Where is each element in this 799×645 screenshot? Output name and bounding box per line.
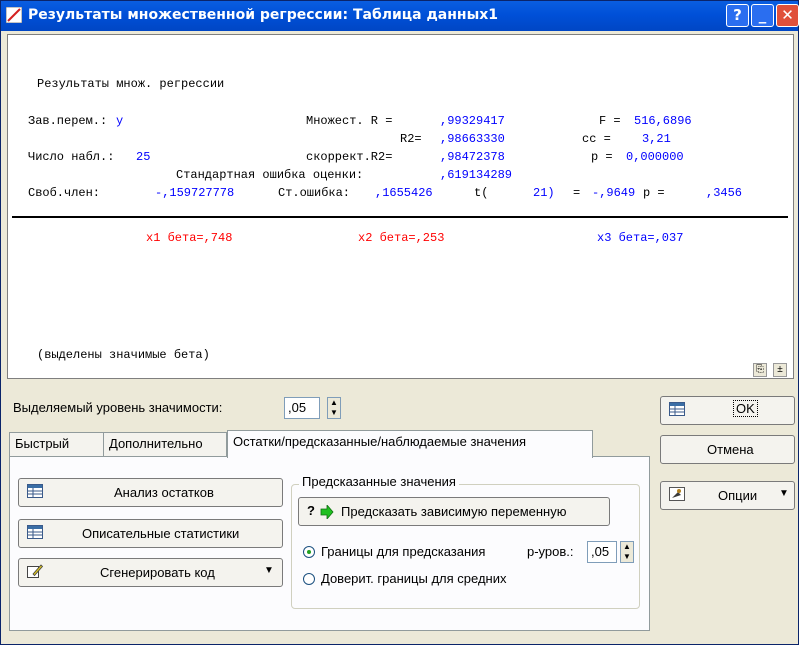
prediction-bounds-label: Границы для предсказания [321, 544, 486, 559]
copy-icon[interactable]: ⎘ [753, 363, 767, 377]
f-label: F = [599, 114, 621, 128]
predict-dependent-label: Предсказать зависимую переменную [341, 504, 567, 519]
predict-dependent-button[interactable]: ? Предсказать зависимую переменную [298, 497, 610, 526]
help-question-icon: ? [307, 503, 315, 518]
p2-label: p = [643, 186, 665, 200]
generate-code-button[interactable]: Сгенерировать код ▼ [18, 558, 283, 587]
tab-advanced-label: Дополнительно [109, 436, 203, 451]
adj-r2-value: ,98472378 [440, 150, 505, 164]
intercept-label: Своб.член: [28, 186, 101, 200]
residual-analysis-label: Анализ остатков [114, 485, 214, 500]
t-value: -,9649 [592, 186, 636, 200]
table-icon [27, 484, 43, 498]
up-arrow-icon[interactable]: ▲ [328, 398, 340, 408]
beta-x1: x1 бета=,748 [146, 231, 233, 245]
cc-value: 3,21 [642, 132, 671, 146]
mult-r-value: ,99329417 [440, 114, 505, 128]
se-label: Ст.ошибка: [278, 186, 351, 200]
t-df: 21) [533, 186, 555, 200]
p-level-input[interactable]: ,05 [587, 541, 617, 563]
dropdown-arrow-icon: ▼ [264, 565, 274, 576]
dep-var-value: y [116, 114, 124, 128]
p-level-label: p-уров.: [527, 544, 574, 559]
minimize-button[interactable]: _ [751, 4, 774, 27]
n-obs-label: Число набл.: [28, 150, 115, 164]
generate-code-label: Сгенерировать код [100, 565, 215, 580]
f-value: 516,6896 [634, 114, 692, 128]
options-icon [669, 487, 685, 501]
cancel-label: Отмена [707, 442, 754, 457]
p-label: p = [591, 150, 613, 164]
ok-label: OK [733, 400, 758, 417]
down-arrow-icon[interactable]: ▼ [328, 408, 340, 418]
significance-input[interactable]: ,05 [284, 397, 320, 419]
results-report: Результаты множ. регрессии Зав.перем.: y… [7, 34, 794, 379]
std-err-value: ,619134289 [440, 168, 513, 182]
tab-residuals-label: Остатки/предсказанные/наблюдаемые значен… [233, 434, 527, 449]
residual-analysis-button[interactable]: Анализ остатков [18, 478, 283, 507]
r2-value: ,98663330 [440, 132, 505, 146]
help-button[interactable]: ? [726, 4, 749, 27]
title-bar[interactable]: Результаты множественной регрессии: Табл… [1, 1, 799, 31]
table-icon [669, 402, 685, 416]
confidence-bounds-radio[interactable] [303, 573, 315, 585]
adj-r2-label: скоррект.R2= [306, 150, 393, 164]
se-value: ,1655426 [375, 186, 433, 200]
window-title: Результаты множественной регрессии: Табл… [28, 7, 499, 23]
options-button[interactable]: Опции ▼ [660, 481, 795, 510]
p2-value: ,3456 [706, 186, 743, 200]
close-button[interactable]: ✕ [776, 4, 799, 27]
tab-quick[interactable]: Быстрый [9, 432, 104, 456]
report-divider [12, 216, 788, 218]
std-err-label: Стандартная ошибка оценки: [176, 168, 364, 182]
intercept-value: -,159727778 [155, 186, 235, 200]
t-label: t( [474, 186, 489, 200]
dropdown-arrow-icon: ▼ [779, 488, 789, 499]
significance-label: Выделяемый уровень значимости: [13, 400, 223, 415]
options-label: Опции [718, 488, 758, 503]
mult-r-label: Множест. R = [306, 114, 393, 128]
green-arrow-icon [320, 505, 334, 519]
expand-icon[interactable]: ± [773, 363, 787, 377]
cancel-button[interactable]: Отмена [660, 435, 795, 464]
ok-button[interactable]: OK [660, 396, 795, 425]
r2-label: R2= [400, 132, 422, 146]
cc-label: сс = [582, 132, 611, 146]
regression-results-window: Результаты множественной регрессии: Табл… [0, 0, 799, 645]
report-heading: Результаты множ. регрессии [37, 77, 225, 91]
n-obs-value: 25 [136, 150, 151, 164]
descriptive-stats-button[interactable]: Описательные статистики [18, 519, 283, 548]
p-value: 0,000000 [626, 150, 684, 164]
confidence-bounds-label: Доверит. границы для средних [321, 571, 507, 586]
app-icon [6, 7, 22, 23]
down-arrow-icon[interactable]: ▼ [621, 552, 633, 562]
beta-x3: x3 бета=,037 [597, 231, 684, 245]
prediction-bounds-radio[interactable] [303, 546, 315, 558]
tab-advanced[interactable]: Дополнительно [103, 432, 227, 456]
tab-residuals[interactable]: Остатки/предсказанные/наблюдаемые значен… [227, 430, 593, 458]
predicted-values-title: Предсказанные значения [299, 474, 459, 489]
dep-var-label: Зав.перем.: [28, 114, 108, 128]
t-eq: = [573, 186, 581, 200]
footer-note: (выделены значимые бета) [37, 348, 210, 362]
p-level-stepper[interactable]: ▲ ▼ [620, 541, 634, 563]
significance-stepper[interactable]: ▲ ▼ [327, 397, 341, 419]
edit-pencil-icon [27, 564, 43, 578]
table-icon [27, 525, 43, 539]
up-arrow-icon[interactable]: ▲ [621, 542, 633, 552]
tab-quick-label: Быстрый [15, 436, 70, 451]
descriptive-stats-label: Описательные статистики [82, 526, 240, 541]
beta-x2: x2 бета=,253 [358, 231, 445, 245]
